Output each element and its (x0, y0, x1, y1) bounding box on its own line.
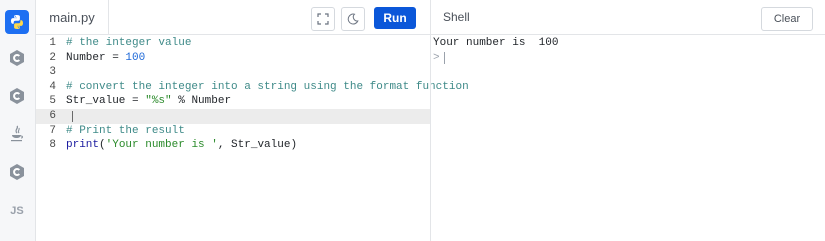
code-operator: = (105, 51, 126, 64)
javascript-icon[interactable]: JS (5, 199, 29, 223)
code-line: 4 # convert the integer into a string us… (36, 80, 468, 95)
cpp-icon[interactable] (5, 84, 29, 108)
line-number: 8 (49, 139, 56, 152)
code-line: 1 # the integer value (36, 36, 430, 51)
run-button[interactable]: Run (374, 7, 416, 29)
code-identifier: Str_value (66, 95, 126, 108)
csharp-icon[interactable] (5, 160, 29, 184)
shell-input-cursor[interactable] (444, 52, 445, 64)
code-comment: # convert the integer into a string usin… (66, 80, 469, 93)
code-line: 5 Str_value = "%s" % Number (36, 94, 430, 109)
c-icon[interactable] (5, 46, 29, 70)
code-string: 'Your number is ' (105, 139, 218, 152)
code-identifier: Number (66, 51, 106, 64)
pane-divider[interactable] (430, 0, 431, 241)
code-rest: , Str_value) (217, 139, 298, 152)
code-number: 100 (125, 51, 146, 64)
code-function: print (66, 139, 100, 152)
code-operator: = (125, 95, 146, 108)
line-number: 3 (49, 66, 56, 79)
line-number: 1 (49, 37, 56, 49)
code-line-current: 6 (36, 109, 430, 124)
shell-output: Your number is 100 (433, 37, 559, 49)
shell-prompt: > (433, 52, 440, 64)
code-editor[interactable]: 1 # the integer value 2 Number = 100 3 4… (36, 34, 469, 241)
file-tab-main-py[interactable]: main.py (36, 0, 109, 34)
code-line: 7 # Print the result (36, 124, 430, 139)
line-number: 5 (49, 95, 56, 108)
fullscreen-button[interactable] (311, 7, 335, 31)
shell-header: Shell Clear (431, 0, 825, 35)
moon-icon (347, 13, 359, 25)
line-number: 4 (49, 80, 56, 93)
language-sidebar: JS (0, 0, 36, 241)
editor-header: main.py Run (36, 0, 430, 35)
code-rest: % Number (171, 95, 232, 108)
line-number: 7 (49, 124, 56, 137)
java-icon[interactable] (5, 122, 29, 146)
text-cursor (72, 111, 73, 122)
code-paren: ( (99, 139, 106, 152)
fullscreen-icon (317, 13, 329, 25)
code-comment: # the integer value (66, 37, 192, 49)
python-icon[interactable] (5, 10, 29, 34)
code-comment: # Print the result (66, 124, 185, 137)
code-line: 2 Number = 100 (36, 51, 430, 66)
line-number: 2 (49, 51, 56, 64)
shell-title: Shell (443, 10, 470, 24)
code-string: "%s" (145, 95, 172, 108)
clear-button[interactable]: Clear (761, 7, 813, 31)
code-line: 3 (36, 65, 430, 80)
line-number: 6 (49, 110, 56, 122)
code-line: 8 print('Your number is ', Str_value) (36, 138, 430, 153)
dark-mode-button[interactable] (341, 7, 365, 31)
